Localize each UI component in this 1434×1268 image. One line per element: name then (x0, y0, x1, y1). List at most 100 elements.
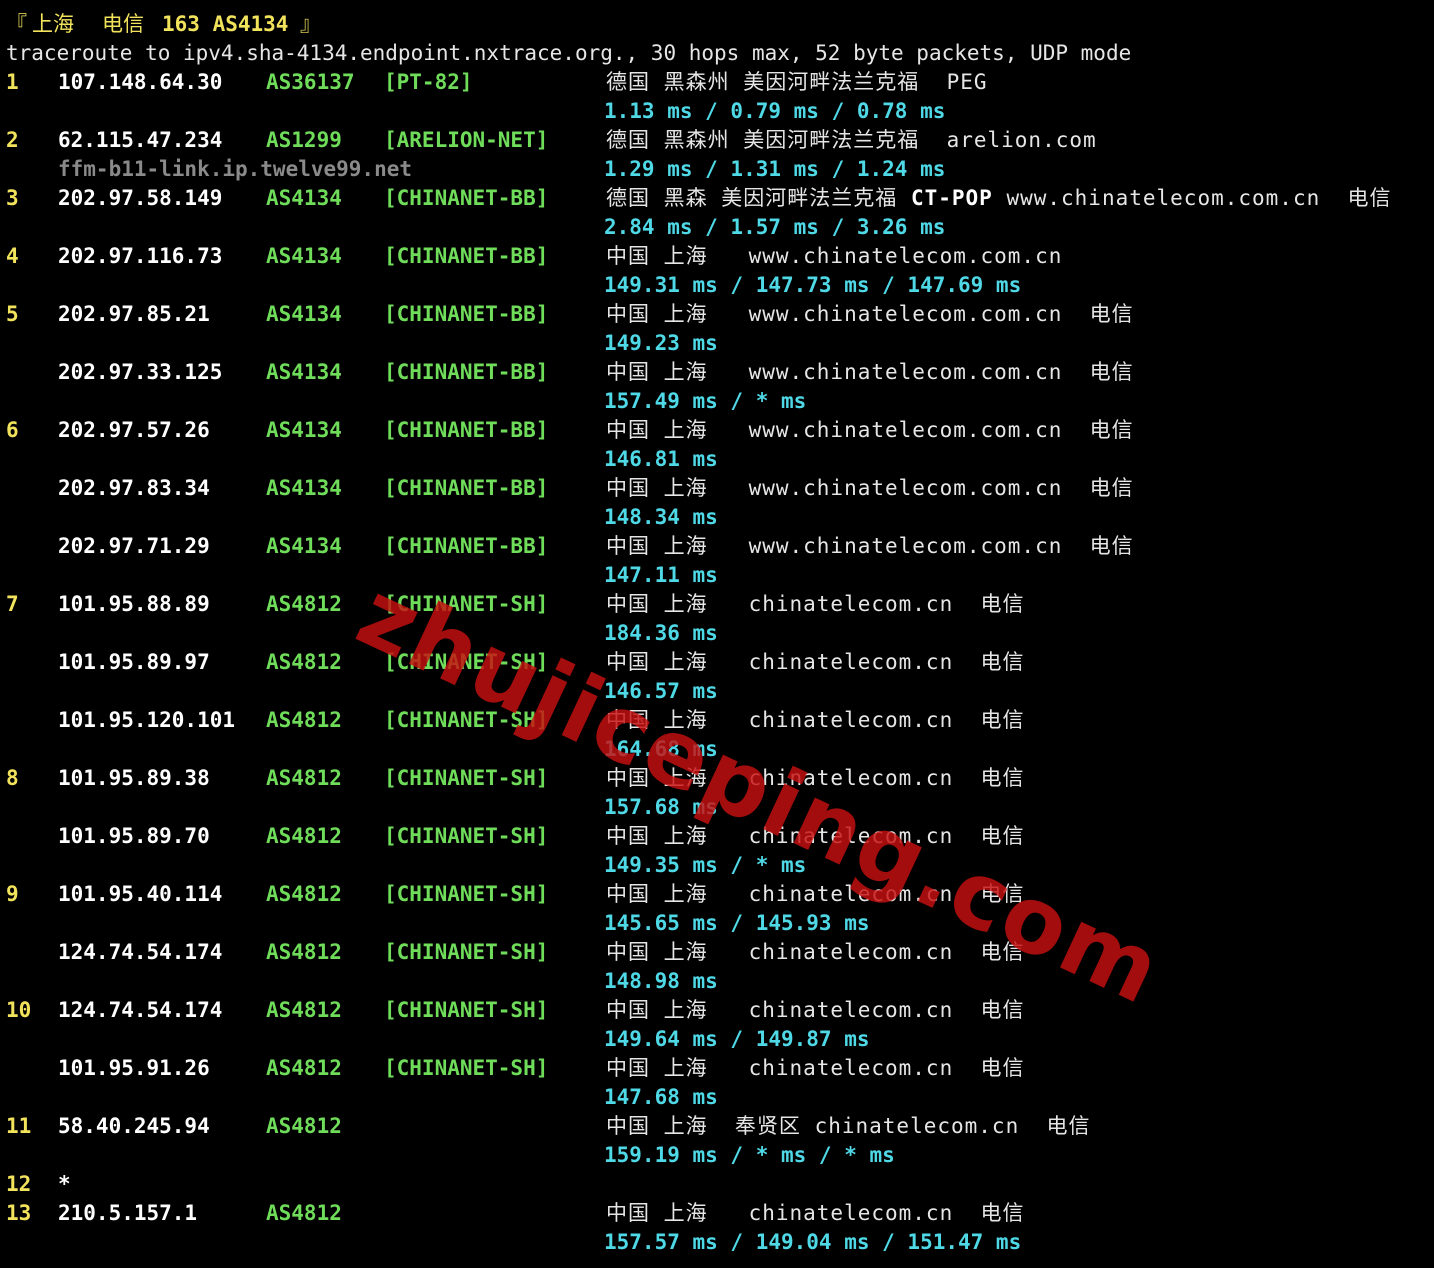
hop-rtt: 148.34 ms (604, 505, 718, 529)
hop-rtt: 159.19 ms / * ms / * ms (604, 1143, 895, 1167)
hop-asn: AS4134 (266, 360, 342, 384)
hop-geo: 中国 上海 www.chinatelecom.com.cn (606, 244, 1063, 268)
hop-geo: 中国 上海 www.chinatelecom.com.cn 电信 (606, 360, 1134, 384)
hop-rtt: 2.84 ms / 1.57 ms / 3.26 ms (604, 215, 946, 239)
hop-ip: 62.115.47.234 (58, 128, 223, 152)
hop-ip: 101.95.89.38 (58, 766, 210, 790)
hop-network-tag: [CHINANET-SH] (384, 882, 549, 906)
hop-geo: 中国 上海 www.chinatelecom.com.cn 电信 (606, 476, 1134, 500)
hop-geo: 中国 上海 chinatelecom.cn 电信 (606, 940, 1025, 964)
hop-asn: AS4812 (266, 1114, 342, 1138)
title-asn: 163 AS4134 (162, 12, 289, 36)
hop-ip: 202.97.71.29 (58, 534, 210, 558)
hop-geo: 德国 黑森州 美因河畔法兰克福 arelion.com (606, 128, 1097, 152)
hop-asn: AS1299 (266, 128, 342, 152)
hop-asn: AS4134 (266, 476, 342, 500)
hop-number: 12 (6, 1172, 32, 1196)
hop-network-tag: [CHINANET-BB] (384, 534, 549, 558)
hop-rtt: 146.57 ms (604, 679, 718, 703)
hop-ip: 202.97.58.149 (58, 186, 223, 210)
hop-rtt: 149.35 ms / * ms (604, 853, 807, 877)
hop-geo: 中国 上海 www.chinatelecom.com.cn 电信 (606, 302, 1134, 326)
hop-rtt: 157.68 ms (604, 795, 718, 819)
hop-network-tag: [CHINANET-BB] (384, 360, 549, 384)
hop-asn: AS4812 (266, 824, 342, 848)
hop-network-tag: [CHINANET-SH] (384, 1056, 549, 1080)
hop-rtt: 147.68 ms (604, 1085, 718, 1109)
hop-network-tag: [CHINANET-SH] (384, 940, 549, 964)
hop-asn: AS4812 (266, 650, 342, 674)
hop-rtt: 157.49 ms / * ms (604, 389, 807, 413)
hop-asn: AS4812 (266, 766, 342, 790)
hop-geo: 中国 上海 chinatelecom.cn 电信 (606, 882, 1025, 906)
hop-network-tag: [CHINANET-BB] (384, 244, 549, 268)
hop-network-tag: [CHINANET-SH] (384, 766, 549, 790)
hop-asn: AS4134 (266, 302, 342, 326)
hop-geo: 中国 上海 chinatelecom.cn 电信 (606, 1056, 1025, 1080)
hop-number: 10 (6, 998, 32, 1022)
hop-geo: 德国 黑森 美因河畔法兰克福 CT-POP www.chinatelecom.c… (606, 184, 1392, 213)
hop-network-tag: [CHINANET-SH] (384, 650, 549, 674)
hop-ip: 101.95.120.101 (58, 708, 236, 732)
hop-ip: 210.5.157.1 (58, 1201, 198, 1225)
command-line: traceroute to ipv4.sha-4134.endpoint.nxt… (0, 39, 1131, 68)
hop-network-tag: [CHINANET-BB] (384, 418, 549, 442)
terminal-window: 『 上海 电信 163 AS4134 』 traceroute to ipv4.… (0, 0, 1434, 1268)
hop-geo: 德国 黑森州 美因河畔法兰克福 PEG (606, 70, 988, 94)
hop-geo: 中国 上海 chinatelecom.cn 电信 (606, 592, 1025, 616)
traceroute-command: traceroute to ipv4.sha-4134.endpoint.nxt… (6, 41, 1132, 65)
hop-rtt: 184.36 ms (604, 621, 718, 645)
hop-asn: AS4134 (266, 418, 342, 442)
hop-network-tag: [CHINANET-SH] (384, 708, 549, 732)
hop-ip: 202.97.85.21 (58, 302, 210, 326)
hop-number: 5 (6, 302, 19, 326)
hop-rtt: 149.64 ms / 149.87 ms (604, 1027, 870, 1051)
hop-geo-domain: www.chinatelecom.com.cn 电信 (992, 186, 1392, 210)
hop-ip: 101.95.40.114 (58, 882, 223, 906)
hop-asn: AS4134 (266, 244, 342, 268)
hop-geo: 中国 上海 chinatelecom.cn 电信 (606, 998, 1025, 1022)
hop-network-tag: [PT-82] (384, 70, 473, 94)
title-city: 上海 (32, 12, 74, 36)
hop-number: 7 (6, 592, 19, 616)
hop-ip: 202.97.57.26 (58, 418, 210, 442)
title-isp: 电信 (102, 12, 144, 36)
hop-ip: 202.97.116.73 (58, 244, 223, 268)
hop-ptr-hostname: ffm-b11-link.ip.twelve99.net (58, 157, 413, 181)
hop-number: 8 (6, 766, 19, 790)
hop-ip: 202.97.83.34 (58, 476, 210, 500)
hop-rtt: 149.31 ms / 147.73 ms / 147.69 ms (604, 273, 1022, 297)
hop-number: 9 (6, 882, 19, 906)
hop-network-tag: [CHINANET-BB] (384, 476, 549, 500)
hop-geo: 中国 上海 chinatelecom.cn 电信 (606, 650, 1025, 674)
hop-geo: 中国 上海 chinatelecom.cn 电信 (606, 1201, 1025, 1225)
hop-rtt: 164.68 ms (604, 737, 718, 761)
hop-asn: AS4812 (266, 940, 342, 964)
hop-network-tag: [CHINANET-BB] (384, 186, 549, 210)
hop-number: 4 (6, 244, 19, 268)
hop-rtt: 1.13 ms / 0.79 ms / 0.78 ms (604, 99, 946, 123)
hop-network-tag: [CHINANET-SH] (384, 998, 549, 1022)
hop-geo: 中国 上海 chinatelecom.cn 电信 (606, 708, 1025, 732)
hop-asn: AS4812 (266, 592, 342, 616)
hop-rtt: 149.23 ms (604, 331, 718, 355)
hop-asn: AS4812 (266, 998, 342, 1022)
hop-ip: * (58, 1172, 71, 1196)
hop-number: 3 (6, 186, 19, 210)
hop-asn: AS4812 (266, 882, 342, 906)
hop-number: 2 (6, 128, 19, 152)
hop-network-tag: [CHINANET-BB] (384, 302, 549, 326)
hop-rtt: 145.65 ms / 145.93 ms (604, 911, 870, 935)
hop-geo: 中国 上海 www.chinatelecom.com.cn 电信 (606, 534, 1134, 558)
title-line: 『 上海 电信 163 AS4134 』 (0, 10, 321, 39)
hop-ip: 124.74.54.174 (58, 940, 223, 964)
hop-ip: 124.74.54.174 (58, 998, 223, 1022)
hop-ip: 101.95.89.70 (58, 824, 210, 848)
hop-ip: 101.95.88.89 (58, 592, 210, 616)
hop-asn: AS4812 (266, 708, 342, 732)
hop-geo: 中国 上海 奉贤区 chinatelecom.cn 电信 (606, 1114, 1091, 1138)
hop-number: 1 (6, 70, 19, 94)
hop-asn: AS4812 (266, 1201, 342, 1225)
hop-ip: 101.95.91.26 (58, 1056, 210, 1080)
hop-asn: AS4134 (266, 534, 342, 558)
